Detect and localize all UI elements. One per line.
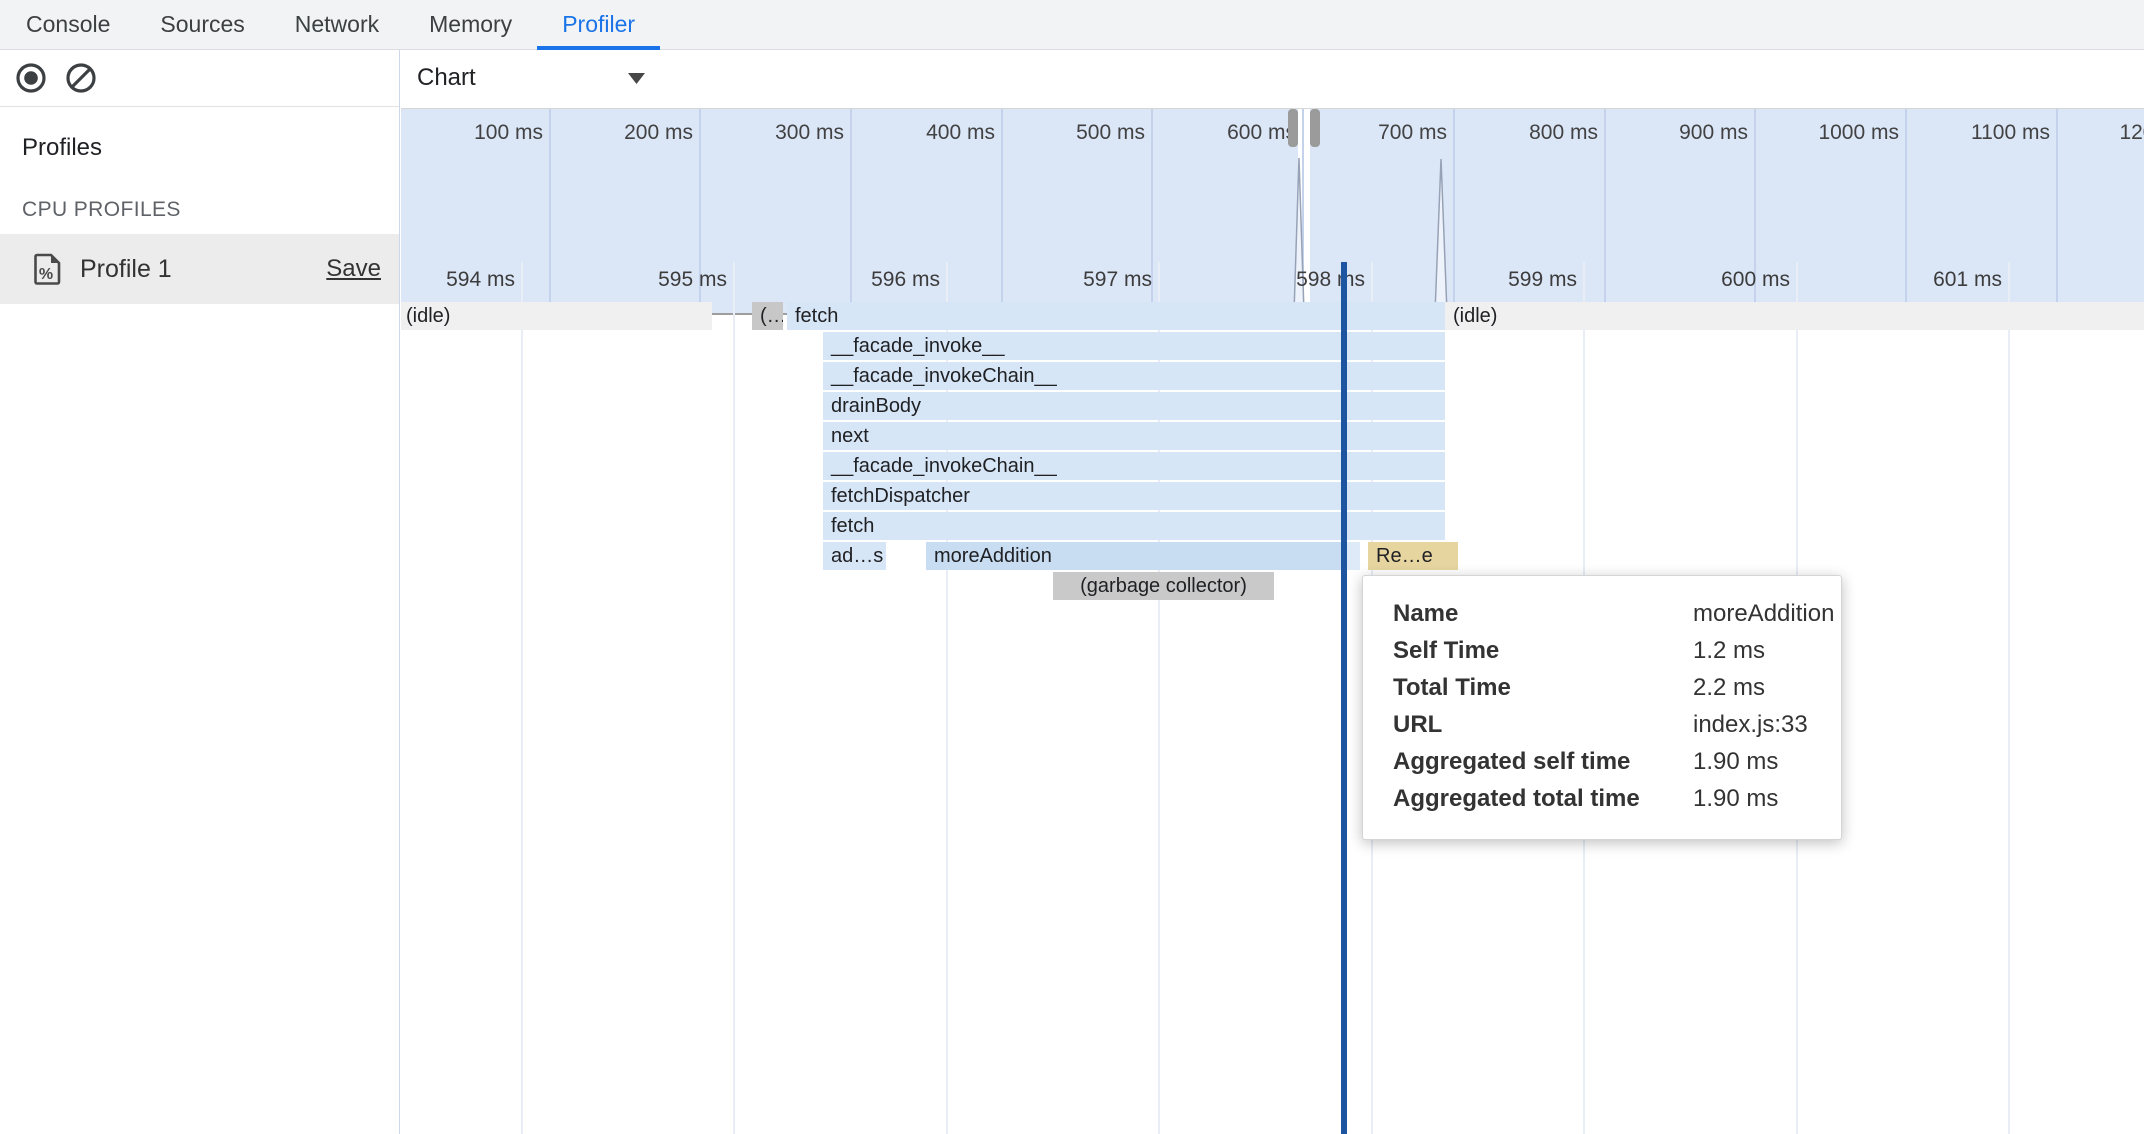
profiler-sidebar: Profiles CPU PROFILES % Profile 1 Save xyxy=(0,50,400,1134)
flame-frame-idle[interactable]: (idle) xyxy=(1445,302,2144,330)
tooltip-label: Total Time xyxy=(1393,674,1693,702)
devtools-window: Console Sources Network Memory Profiler Prof… xyxy=(0,0,2144,1134)
tooltip-value: 1.2 ms xyxy=(1693,637,1765,665)
tooltip-label: Name xyxy=(1393,600,1693,628)
detail-tick-label: 600 ms xyxy=(1650,268,1790,292)
flame-frame-next[interactable]: next xyxy=(823,422,1445,450)
detail-tick-label: 597 ms xyxy=(1012,268,1152,292)
flame-frame-ad-s[interactable]: ad…s xyxy=(823,542,886,570)
sidebar-toolbar xyxy=(0,50,399,107)
frame-tooltip: NamemoreAdditionSelf Time1.2 msTotal Tim… xyxy=(1362,575,1842,840)
tooltip-row: Total Time2.2 ms xyxy=(1393,674,1817,702)
detail-tick-label: 599 ms xyxy=(1437,268,1577,292)
tooltip-label: Aggregated self time xyxy=(1393,748,1693,776)
flame-frame-facade-invokechain[interactable]: __facade_invokeChain__ xyxy=(823,452,1445,480)
tooltip-label: Aggregated total time xyxy=(1393,785,1693,813)
flame-frame-[interactable]: (… xyxy=(752,302,783,330)
tab-sources[interactable]: Sources xyxy=(160,0,244,49)
flame-frame-facade-invoke[interactable]: __facade_invoke__ xyxy=(823,332,1445,360)
detail-tick-label: 601 ms xyxy=(1862,268,2002,292)
tab-profiler[interactable]: Profiler xyxy=(562,0,635,49)
profiler-main-panel: Chart 100 ms200 ms300 ms400 ms500 ms600 … xyxy=(401,50,2144,1134)
flame-frame[interactable] xyxy=(1347,542,1360,570)
tooltip-row: Aggregated total time1.90 ms xyxy=(1393,785,1817,813)
svg-text:%: % xyxy=(39,266,53,283)
record-icon xyxy=(14,61,48,95)
flame-frame-drainbody[interactable]: drainBody xyxy=(823,392,1445,420)
flame-frame-facade-invokechain[interactable]: __facade_invokeChain__ xyxy=(823,362,1445,390)
tooltip-row: Aggregated self time1.90 ms xyxy=(1393,748,1817,776)
tooltip-row: Self Time1.2 ms xyxy=(1393,637,1817,665)
flame-frame-idle[interactable]: (idle) xyxy=(401,302,712,330)
profile-name: Profile 1 xyxy=(80,255,172,284)
detail-gridline xyxy=(2008,262,2010,1134)
save-profile-link[interactable]: Save xyxy=(326,255,381,283)
record-button[interactable] xyxy=(14,61,48,95)
flame-frame-garbage-collector[interactable]: (garbage collector) xyxy=(1053,572,1274,600)
tab-network[interactable]: Network xyxy=(295,0,379,49)
detail-gridline xyxy=(733,262,735,1134)
overview-right-resize-handle[interactable] xyxy=(1310,109,1320,147)
tooltip-value: 1.90 ms xyxy=(1693,785,1778,813)
detail-tick-label: 596 ms xyxy=(800,268,940,292)
tooltip-label: URL xyxy=(1393,711,1693,739)
clear-icon xyxy=(64,61,98,95)
flame-frame-re-e[interactable]: Re…e xyxy=(1368,542,1458,570)
flame-frame-fetch[interactable]: fetch xyxy=(823,512,1445,540)
view-mode-select[interactable]: Chart xyxy=(417,64,645,92)
clear-button[interactable] xyxy=(64,61,98,95)
profile-document-icon: % xyxy=(32,251,64,287)
tooltip-value: index.js:33 xyxy=(1693,711,1808,739)
tab-memory[interactable]: Memory xyxy=(429,0,512,49)
chevron-down-icon xyxy=(628,73,645,84)
tooltip-row: NamemoreAddition xyxy=(1393,600,1817,628)
tooltip-value: 2.2 ms xyxy=(1693,674,1765,702)
selected-time-marker xyxy=(1341,262,1347,1134)
tooltip-value: moreAddition xyxy=(1693,600,1834,628)
tooltip-row: URLindex.js:33 xyxy=(1393,711,1817,739)
flame-frame-fetchdispatcher[interactable]: fetchDispatcher xyxy=(823,482,1445,510)
tab-console[interactable]: Console xyxy=(26,0,110,49)
view-mode-label: Chart xyxy=(417,64,476,92)
cpu-profiles-section-label: CPU PROFILES xyxy=(22,198,399,222)
tooltip-label: Self Time xyxy=(1393,637,1693,665)
overview-left-resize-handle[interactable] xyxy=(1288,109,1298,147)
detail-gridline xyxy=(521,262,523,1134)
profile-list-item[interactable]: % Profile 1 Save xyxy=(0,234,399,304)
tooltip-value: 1.90 ms xyxy=(1693,748,1778,776)
profiles-title: Profiles xyxy=(22,134,399,162)
flame-frame-moreaddition[interactable]: moreAddition xyxy=(926,542,1341,570)
detail-tick-label: 594 ms xyxy=(401,268,515,292)
detail-tick-label: 595 ms xyxy=(587,268,727,292)
devtools-tabbar: Console Sources Network Memory Profiler xyxy=(0,0,2144,50)
